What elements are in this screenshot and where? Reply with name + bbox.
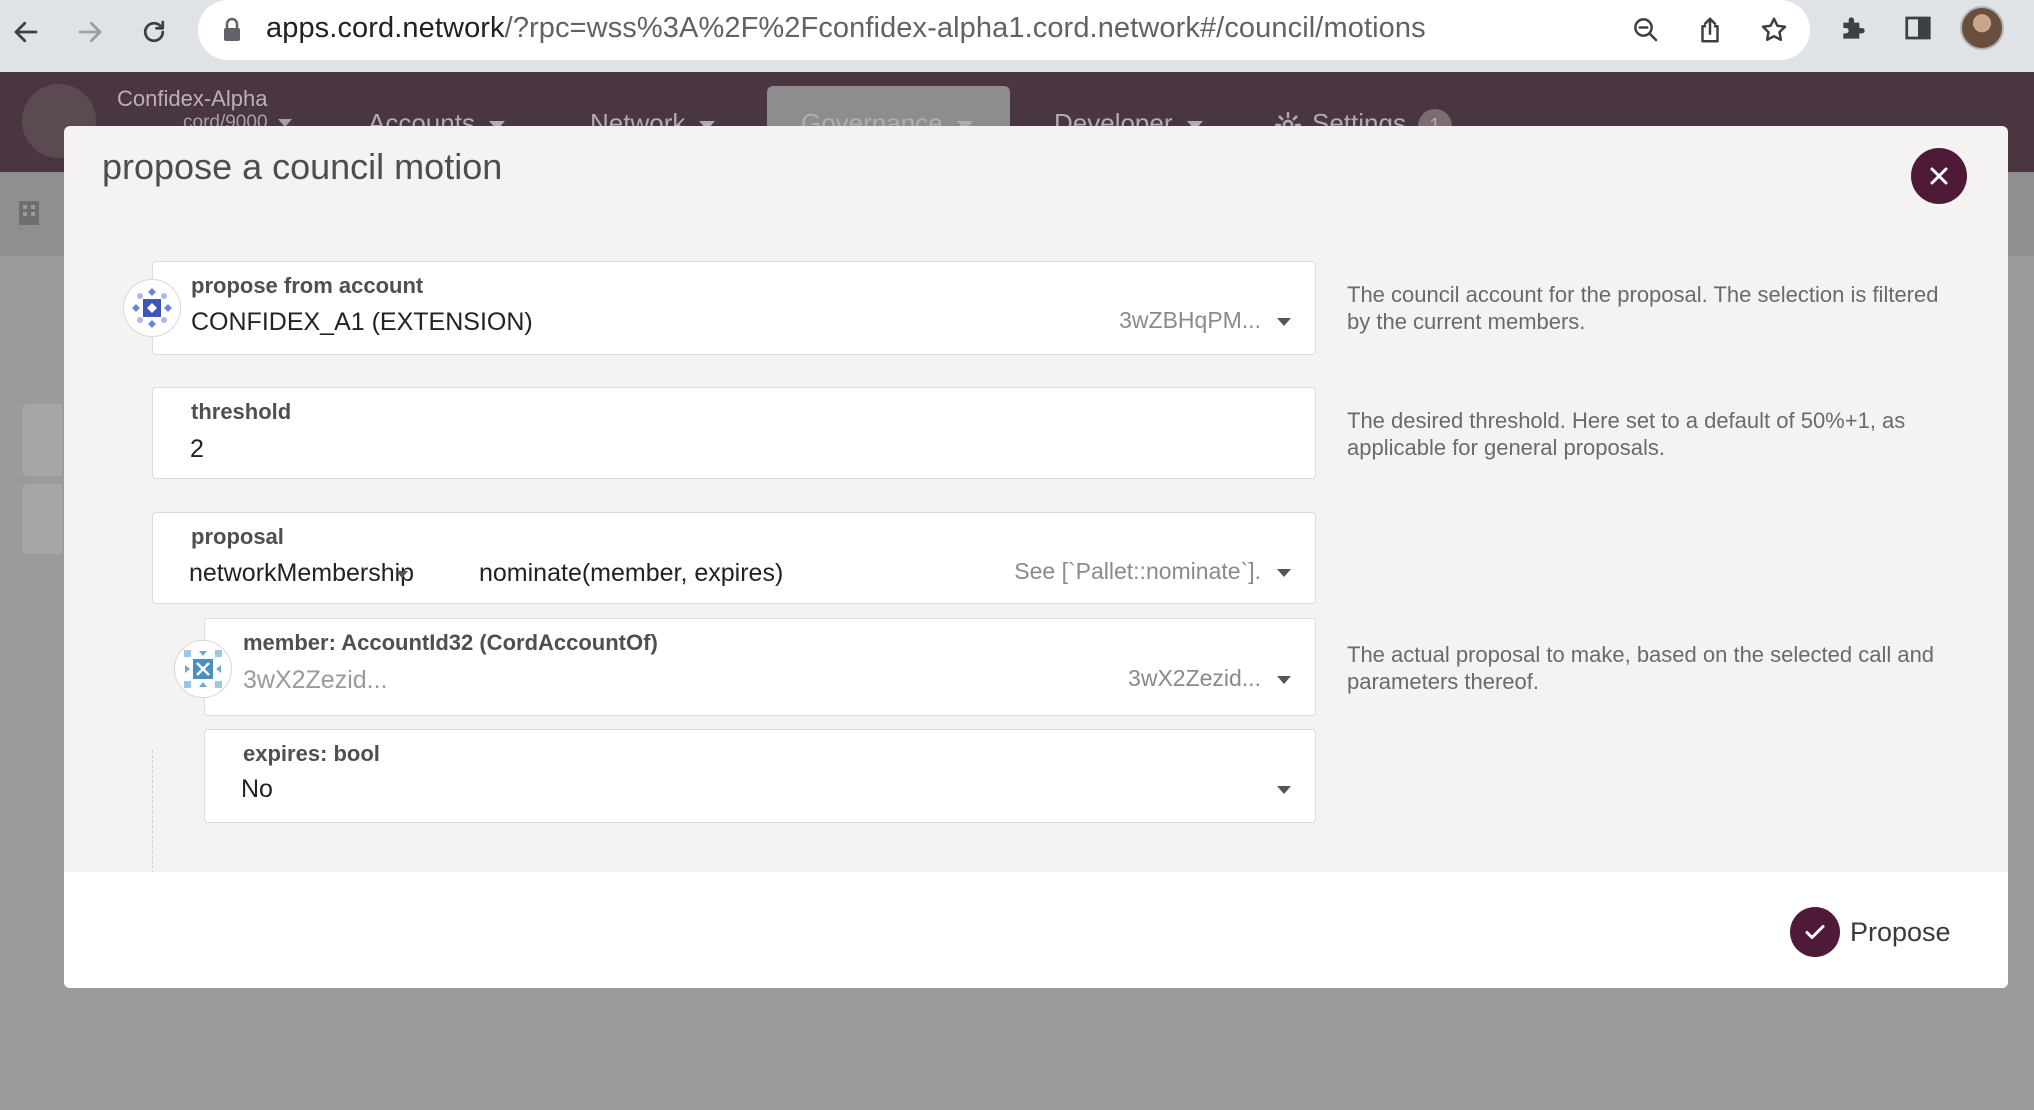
expires-select[interactable]: expires: bool No xyxy=(204,729,1316,823)
threshold-value: 2 xyxy=(190,435,204,463)
threshold-input[interactable]: threshold 2 xyxy=(152,387,1316,479)
back-arrow-icon xyxy=(14,21,38,43)
url-path: /?rpc=wss%3A%2F%2Fconfidex-alpha1.cord.n… xyxy=(504,12,1426,44)
propose-button-circle xyxy=(1790,907,1840,957)
propose-label: Propose xyxy=(1850,916,1951,947)
proposal-help: The actual proposal to make, based on th… xyxy=(1347,642,1935,694)
close-icon xyxy=(1930,167,1948,185)
proposal-method-select[interactable]: nominate(member, expires) xyxy=(479,559,783,588)
chain-name: Confidex-Alpha xyxy=(117,86,268,111)
expires-value: No xyxy=(241,775,273,803)
member-select[interactable]: member: AccountId32 (CordAccountOf) 3wX2… xyxy=(204,618,1316,716)
propose-button[interactable]: Propose xyxy=(1790,906,1951,958)
modal-footer: Propose xyxy=(64,872,2008,988)
building-icon xyxy=(19,201,39,225)
chevron-down-icon xyxy=(396,570,409,578)
check-icon xyxy=(1805,925,1825,939)
back-button[interactable] xyxy=(4,10,48,54)
lock-icon xyxy=(224,17,240,41)
propose-motion-modal: propose a council motion propose from ac… xyxy=(64,126,2008,988)
extensions-button[interactable] xyxy=(1832,6,1876,50)
account-address: 3wZBHqPM... xyxy=(1119,307,1261,333)
account-help: The council account for the proposal. Th… xyxy=(1347,282,1939,334)
chevron-down-icon xyxy=(1277,318,1291,326)
side-panel-icon xyxy=(1905,16,1931,40)
background-card xyxy=(22,484,62,554)
sidepanel-button[interactable] xyxy=(1896,6,1940,50)
proposal-section-select[interactable]: networkMembership xyxy=(189,559,414,588)
expires-label: expires: bool xyxy=(243,741,380,766)
modal-title: propose a council motion xyxy=(102,146,503,187)
background-card xyxy=(22,404,62,476)
zoom-button[interactable] xyxy=(1624,8,1668,52)
reload-button[interactable] xyxy=(132,10,176,54)
close-button[interactable] xyxy=(1911,148,1967,204)
forward-button[interactable] xyxy=(68,10,112,54)
profile-avatar[interactable] xyxy=(1960,6,2004,50)
url-text: apps.cord.network/?rpc=wss%3A%2F%2Fconfi… xyxy=(266,12,1426,45)
reload-icon xyxy=(143,20,165,43)
bookmark-button[interactable] xyxy=(1752,8,1796,52)
threshold-help: The desired threshold. Here set to a def… xyxy=(1347,408,1906,460)
zoom-out-icon xyxy=(1634,18,1658,42)
star-icon xyxy=(1761,17,1787,41)
chevron-down-icon xyxy=(1277,676,1291,684)
member-address: 3wX2Zezid... xyxy=(1128,665,1261,691)
proposal-label: proposal xyxy=(191,524,284,549)
puzzle-icon xyxy=(1843,17,1865,39)
proposal-select: proposal networkMembership nominate(memb… xyxy=(152,512,1316,604)
chevron-down-icon xyxy=(1277,786,1291,794)
account-select[interactable]: propose from account CONFIDEX_A1 (EXTENS… xyxy=(152,261,1316,355)
address-bar[interactable]: apps.cord.network/?rpc=wss%3A%2F%2Fconfi… xyxy=(198,0,1810,60)
proposal-method: nominate(member, expires) xyxy=(479,559,784,587)
browser-toolbar: apps.cord.network/?rpc=wss%3A%2F%2Fconfi… xyxy=(0,0,2034,72)
account-identicon xyxy=(123,279,181,337)
proposal-doc: See [`Pallet::nominate`]. xyxy=(1014,558,1261,584)
chevron-down-icon xyxy=(1277,569,1291,577)
url-host: apps.cord.network xyxy=(266,12,505,44)
account-label: propose from account xyxy=(191,273,424,298)
account-value: CONFIDEX_A1 (EXTENSION) xyxy=(191,308,533,336)
proposal-section: networkMembership xyxy=(189,559,415,587)
member-input: 3wX2Zezid... xyxy=(243,666,388,694)
share-button[interactable] xyxy=(1688,8,1732,52)
member-label: member: AccountId32 (CordAccountOf) xyxy=(243,630,658,655)
share-icon xyxy=(1701,17,1719,43)
forward-arrow-icon xyxy=(78,21,102,43)
threshold-label: threshold xyxy=(191,399,292,424)
member-identicon xyxy=(174,640,232,698)
